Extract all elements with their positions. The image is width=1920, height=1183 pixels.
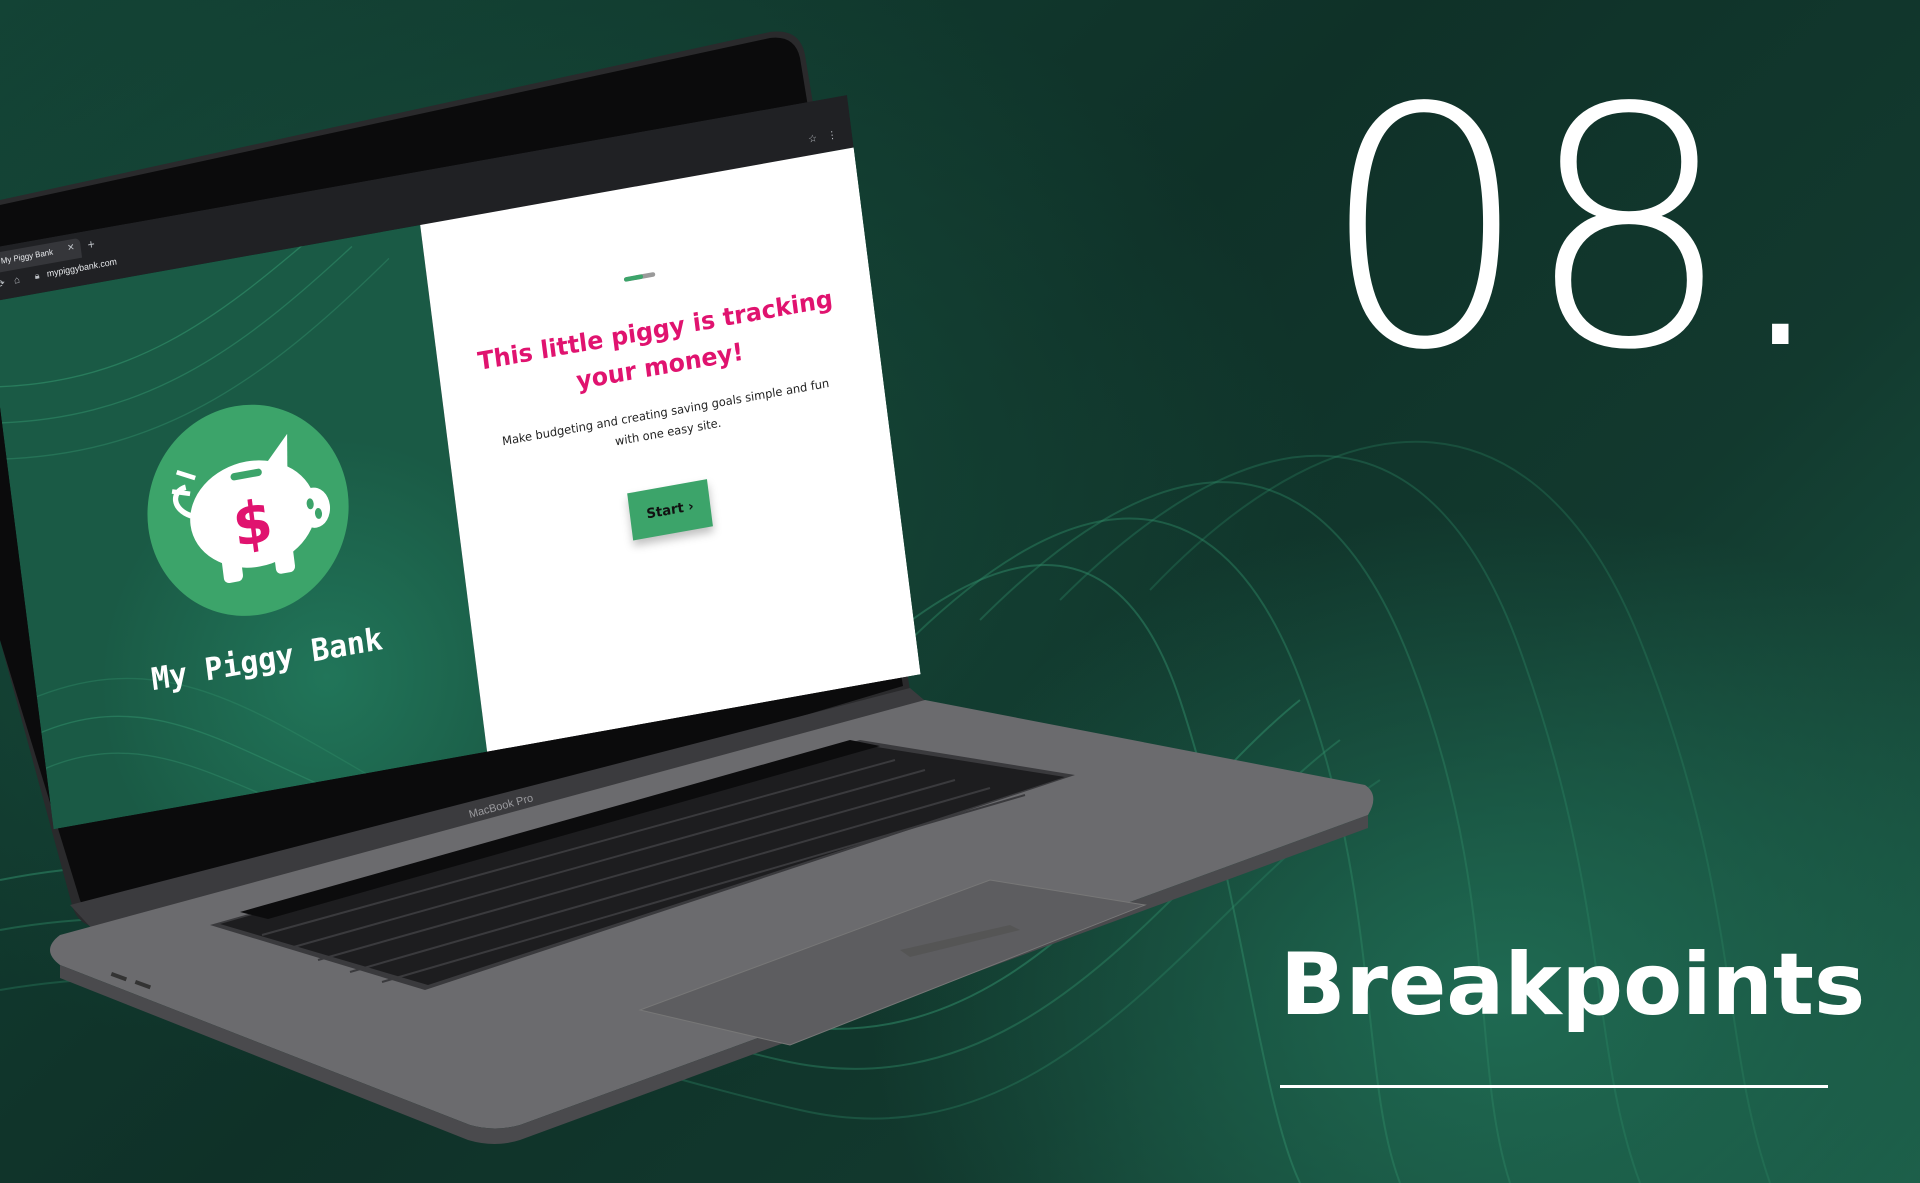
slide: My Piggy Bank ✕ + ⟳ ⌂ 🔒︎ mypiggybank.com…: [0, 0, 1920, 1183]
kebab-menu-icon[interactable]: ⋮: [827, 128, 838, 142]
close-icon[interactable]: ✕: [67, 242, 76, 253]
onboarding-progress-fill: [623, 274, 643, 282]
slide-number: 08.: [1320, 38, 1833, 422]
reload-icon[interactable]: ⟳: [0, 277, 6, 290]
start-button[interactable]: Start ›: [627, 479, 713, 541]
brand-panel: $ My Piggy Bank: [0, 224, 488, 830]
section-title: Breakpoints: [1280, 935, 1866, 1035]
lock-icon: 🔒︎: [34, 270, 41, 282]
svg-text:$: $: [229, 486, 276, 561]
title-underline: [1280, 1085, 1828, 1088]
tab-title: My Piggy Bank: [0, 247, 54, 266]
home-icon[interactable]: ⌂: [13, 274, 20, 286]
star-icon[interactable]: ☆: [808, 132, 818, 145]
piggy-bank-dollar-icon: $: [171, 433, 331, 584]
piggy-logo: $: [135, 388, 361, 633]
onboarding-panel: This little piggy is tracking your money…: [420, 147, 921, 752]
onboarding-progress: [623, 271, 656, 282]
new-tab-icon[interactable]: +: [87, 236, 96, 252]
